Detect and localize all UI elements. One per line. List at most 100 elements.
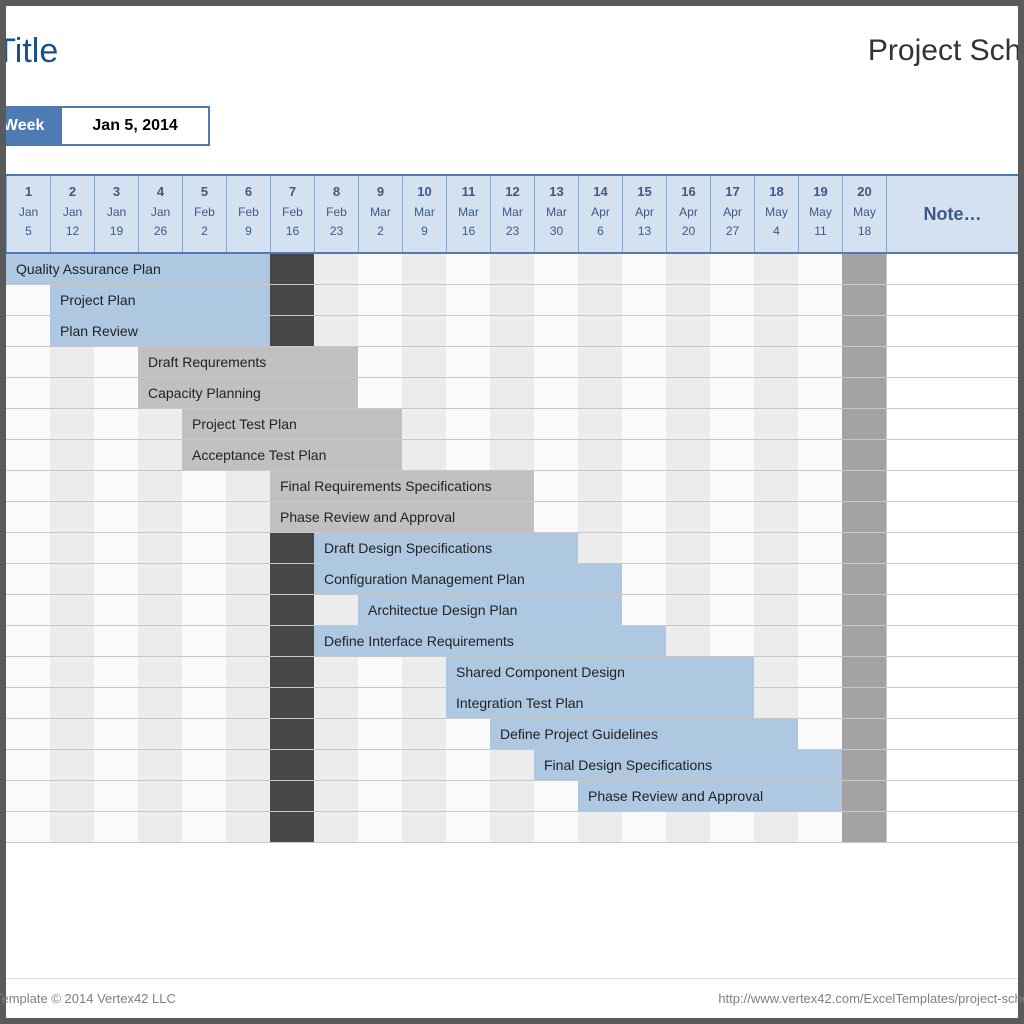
gantt-cell[interactable]	[402, 502, 446, 532]
gantt-cell[interactable]	[622, 688, 666, 718]
gantt-cell[interactable]	[798, 781, 842, 811]
gantt-cell[interactable]	[138, 719, 182, 749]
gantt-cell[interactable]	[182, 378, 226, 408]
gantt-cell[interactable]	[94, 316, 138, 346]
notes-cell[interactable]	[886, 254, 1018, 284]
gantt-cell[interactable]	[446, 347, 490, 377]
gantt-cell[interactable]	[6, 595, 50, 625]
gantt-cell[interactable]	[94, 254, 138, 284]
gantt-cell[interactable]	[270, 781, 314, 811]
gantt-cell[interactable]	[182, 719, 226, 749]
gantt-cell[interactable]	[358, 378, 402, 408]
gantt-cell[interactable]	[534, 285, 578, 315]
gantt-cell[interactable]	[622, 254, 666, 284]
gantt-cell[interactable]	[446, 502, 490, 532]
gantt-cell[interactable]	[622, 564, 666, 594]
gantt-cell[interactable]	[710, 471, 754, 501]
gantt-cell[interactable]	[50, 688, 94, 718]
gantt-cell[interactable]	[490, 564, 534, 594]
gantt-cell[interactable]	[490, 657, 534, 687]
gantt-cell[interactable]	[402, 347, 446, 377]
notes-cell[interactable]	[886, 409, 1018, 439]
gantt-cell[interactable]	[710, 409, 754, 439]
gantt-cell[interactable]	[798, 626, 842, 656]
gantt-cell[interactable]	[578, 254, 622, 284]
gantt-cell[interactable]	[534, 440, 578, 470]
notes-cell[interactable]	[886, 285, 1018, 315]
notes-cell[interactable]	[886, 626, 1018, 656]
gantt-cell[interactable]	[842, 688, 886, 718]
notes-cell[interactable]	[886, 471, 1018, 501]
gantt-cell[interactable]	[314, 657, 358, 687]
gantt-cell[interactable]	[490, 781, 534, 811]
gantt-cell[interactable]	[94, 719, 138, 749]
gantt-cell[interactable]	[622, 719, 666, 749]
gantt-cell[interactable]	[842, 626, 886, 656]
gantt-cell[interactable]	[182, 688, 226, 718]
gantt-cell[interactable]	[138, 285, 182, 315]
gantt-cell[interactable]	[534, 316, 578, 346]
gantt-cell[interactable]	[50, 533, 94, 563]
gantt-cell[interactable]	[402, 750, 446, 780]
gantt-cell[interactable]	[710, 440, 754, 470]
gantt-cell[interactable]	[138, 657, 182, 687]
gantt-cell[interactable]	[314, 688, 358, 718]
gantt-cell[interactable]	[182, 626, 226, 656]
gantt-cell[interactable]	[710, 719, 754, 749]
gantt-cell[interactable]	[842, 595, 886, 625]
gantt-cell[interactable]	[358, 440, 402, 470]
gantt-cell[interactable]	[666, 719, 710, 749]
gantt-cell[interactable]	[6, 285, 50, 315]
gantt-cell[interactable]	[754, 595, 798, 625]
gantt-cell[interactable]	[94, 595, 138, 625]
gantt-cell[interactable]	[842, 471, 886, 501]
gantt-cell[interactable]	[666, 595, 710, 625]
gantt-cell[interactable]	[6, 347, 50, 377]
gantt-cell[interactable]	[50, 316, 94, 346]
gantt-cell[interactable]	[138, 533, 182, 563]
gantt-cell[interactable]	[50, 347, 94, 377]
gantt-cell[interactable]	[754, 750, 798, 780]
gantt-cell[interactable]	[138, 254, 182, 284]
gantt-cell[interactable]	[358, 409, 402, 439]
gantt-cell[interactable]	[578, 657, 622, 687]
notes-cell[interactable]	[886, 502, 1018, 532]
notes-cell[interactable]	[886, 750, 1018, 780]
gantt-cell[interactable]	[138, 595, 182, 625]
notes-cell[interactable]	[886, 347, 1018, 377]
gantt-cell[interactable]	[314, 750, 358, 780]
gantt-cell[interactable]	[754, 316, 798, 346]
gantt-cell[interactable]	[270, 657, 314, 687]
gantt-cell[interactable]	[314, 471, 358, 501]
gantt-cell[interactable]	[50, 502, 94, 532]
gantt-cell[interactable]	[490, 502, 534, 532]
gantt-cell[interactable]	[578, 440, 622, 470]
gantt-cell[interactable]	[666, 688, 710, 718]
gantt-cell[interactable]	[50, 719, 94, 749]
gantt-cell[interactable]	[138, 564, 182, 594]
gantt-cell[interactable]	[754, 347, 798, 377]
gantt-cell[interactable]	[226, 502, 270, 532]
gantt-cell[interactable]	[666, 409, 710, 439]
gantt-cell[interactable]	[270, 595, 314, 625]
gantt-cell[interactable]	[710, 595, 754, 625]
gantt-cell[interactable]	[6, 440, 50, 470]
gantt-cell[interactable]	[94, 564, 138, 594]
gantt-cell[interactable]	[842, 657, 886, 687]
gantt-cell[interactable]	[622, 812, 666, 842]
gantt-cell[interactable]	[94, 471, 138, 501]
gantt-cell[interactable]	[798, 347, 842, 377]
gantt-cell[interactable]	[402, 409, 446, 439]
gantt-cell[interactable]	[490, 626, 534, 656]
gantt-cell[interactable]	[50, 409, 94, 439]
gantt-cell[interactable]	[402, 378, 446, 408]
gantt-cell[interactable]	[710, 564, 754, 594]
gantt-cell[interactable]	[534, 750, 578, 780]
gantt-cell[interactable]	[490, 533, 534, 563]
gantt-cell[interactable]	[578, 626, 622, 656]
gantt-cell[interactable]	[446, 812, 490, 842]
gantt-cell[interactable]	[402, 285, 446, 315]
gantt-cell[interactable]	[754, 285, 798, 315]
gantt-cell[interactable]	[358, 750, 402, 780]
gantt-cell[interactable]	[666, 812, 710, 842]
